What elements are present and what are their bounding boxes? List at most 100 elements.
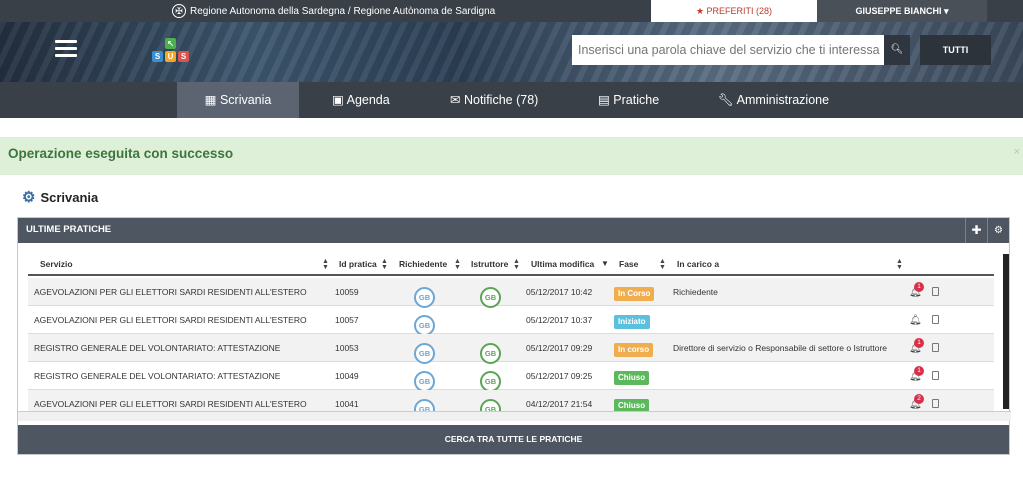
page-title-text: Scrivania [40, 189, 99, 205]
bell-icon[interactable]: 🔔︎ 1 [909, 282, 924, 298]
calendar-icon: ▣ [332, 93, 344, 107]
logo-letter: U [165, 51, 176, 62]
tab-pratiche[interactable]: ▤ Pratiche [598, 82, 659, 118]
sort-desc-icon[interactable]: ▼ [601, 259, 609, 268]
istruttore-avatar[interactable]: GB [480, 287, 501, 308]
tab-notifiche[interactable]: ✉ Notifiche (78) [450, 82, 538, 118]
status-badge: Chiuso [614, 371, 650, 385]
cell-servizio[interactable]: AGEVOLAZIONI PER GLI ELETTORI SARDI RESI… [34, 287, 307, 297]
table-row[interactable]: AGEVOLAZIONI PER GLI ELETTORI SARDI RESI… [28, 278, 994, 308]
col-richiedente[interactable]: Richiedente [399, 259, 447, 269]
wrench-icon: 🔧︎ [718, 93, 734, 107]
cell-modifica: 05/12/2017 10:37 [526, 315, 593, 325]
cell-id: 10057 [335, 315, 359, 325]
sort-icon[interactable]: ▲ ▼ [659, 258, 666, 271]
cell-modifica: 05/12/2017 09:29 [526, 343, 593, 353]
recent-practices-panel: ULTIME PRATICHE ✚ ⚙ Servizio ▲ ▼ Id prati… [17, 217, 1011, 455]
cell-carico: Richiedente [673, 287, 718, 297]
search-icon: 🔍︎ [890, 44, 904, 55]
cell-carico: Direttore di servizio o Responsabile di … [673, 343, 888, 353]
col-carico[interactable]: In carico a [677, 259, 719, 269]
cell-modifica: 04/12/2017 21:54 [526, 399, 593, 409]
sort-icon[interactable]: ▲ ▼ [896, 258, 903, 271]
tab-label: Scrivania [219, 93, 272, 107]
document-icon[interactable] [932, 371, 939, 380]
table-row[interactable]: AGEVOLAZIONI PER GLI ELETTORI SARDI RESI… [28, 306, 994, 336]
dashboard-icon: ▦ [204, 93, 217, 107]
richiedente-avatar[interactable]: GB [414, 343, 435, 364]
sus-logo[interactable]: ↖ S U S [152, 38, 190, 64]
document-icon[interactable] [932, 343, 939, 352]
cell-id: 10053 [335, 343, 359, 353]
sort-icon[interactable]: ▲ ▼ [322, 258, 329, 271]
status-badge: In Corso [614, 287, 655, 301]
menu-icon[interactable] [55, 40, 77, 58]
region-emblem-icon: ✠ [172, 4, 186, 18]
tab-label: Notifiche (78) [463, 93, 539, 107]
all-services-button[interactable]: TUTTI [920, 35, 991, 65]
close-icon[interactable]: × [1014, 135, 1020, 169]
cell-modifica: 05/12/2017 10:42 [526, 287, 593, 297]
cell-servizio[interactable]: AGEVOLAZIONI PER GLI ELETTORI SARDI RESI… [34, 399, 307, 409]
notification-count: 1 [914, 366, 924, 376]
col-servizio[interactable]: Servizio [40, 259, 73, 269]
cell-servizio[interactable]: AGEVOLAZIONI PER GLI ELETTORI SARDI RESI… [34, 315, 307, 325]
table-row[interactable]: REGISTRO GENERALE DEL VOLONTARIATO: ATTE… [28, 334, 994, 364]
user-menu[interactable]: GIUSEPPE BIANCHI ▾ [817, 0, 987, 22]
region-link[interactable]: ✠ Regione Autonoma della Sardegna / Regi… [172, 4, 495, 18]
document-icon: ▤ [598, 93, 610, 107]
favorites-label: PREFERITI (28) [706, 6, 773, 16]
panel-settings-icon[interactable]: ⚙ [987, 218, 1009, 243]
bell-icon[interactable]: 🔔︎ 2 [909, 394, 924, 410]
horizontal-scrollbar[interactable] [18, 411, 1011, 421]
user-name: GIUSEPPE BIANCHI [855, 6, 942, 16]
search-button[interactable]: 🔍︎ [884, 35, 910, 65]
search-input[interactable] [572, 35, 884, 65]
main-nav: ▦ Scrivania ▣ Agenda ✉ Notifiche (78) ▤ … [0, 82, 1023, 118]
cell-id: 10041 [335, 399, 359, 409]
col-istruttore[interactable]: Istruttore [471, 259, 508, 269]
notification-count: 2 [914, 394, 924, 404]
richiedente-avatar[interactable]: GB [414, 287, 435, 308]
status-badge: Iniziato [614, 315, 650, 329]
panel-title: ULTIME PRATICHE [18, 218, 1009, 243]
document-icon[interactable] [932, 287, 939, 296]
table-row[interactable]: REGISTRO GENERALE DEL VOLONTARIATO: ATTE… [28, 362, 994, 392]
tab-scrivania[interactable]: ▦ Scrivania [177, 82, 299, 118]
tab-agenda[interactable]: ▣ Agenda [332, 82, 390, 118]
logo-arrow-icon: ↖ [165, 38, 176, 49]
tab-amministrazione[interactable]: 🔧︎ Amministrazione [718, 82, 829, 118]
success-alert: Operazione eseguita con successo × [0, 137, 1023, 175]
notification-count: 1 [914, 338, 924, 348]
table-header: Servizio ▲ ▼ Id pratica ▲ ▼ Richiedente ▲ ▼… [28, 254, 994, 276]
cell-servizio[interactable]: REGISTRO GENERALE DEL VOLONTARIATO: ATTE… [34, 343, 280, 353]
page-title: ⚙ Scrivania [22, 188, 98, 206]
caret-down-icon: ▾ [944, 6, 949, 16]
col-modifica[interactable]: Ultima modifica [531, 259, 594, 269]
istruttore-avatar[interactable]: GB [480, 371, 501, 392]
tab-label: Amministrazione [736, 93, 830, 107]
move-icon[interactable]: ✚ [965, 218, 987, 243]
cell-servizio[interactable]: REGISTRO GENERALE DEL VOLONTARIATO: ATTE… [34, 371, 280, 381]
sort-icon[interactable]: ▲ ▼ [513, 258, 520, 271]
tab-label: Agenda [346, 93, 390, 107]
search-all-practices-button[interactable]: CERCA TRA TUTTE LE PRATICHE [18, 425, 1009, 454]
bell-icon[interactable]: 🔔︎ 1 [909, 338, 924, 354]
favorites-button[interactable]: ★ PREFERITI (28) [651, 0, 817, 22]
richiedente-avatar[interactable]: GB [414, 315, 435, 336]
notification-count: 1 [914, 282, 924, 292]
vertical-scrollbar[interactable] [1003, 254, 1009, 409]
istruttore-avatar[interactable]: GB [480, 343, 501, 364]
document-icon[interactable] [932, 315, 939, 324]
cell-id: 10049 [335, 371, 359, 381]
col-fase[interactable]: Fase [619, 259, 638, 269]
cell-modifica: 05/12/2017 09:25 [526, 371, 593, 381]
sort-icon[interactable]: ▲ ▼ [454, 258, 461, 271]
bell-icon[interactable]: 🔔︎ [909, 315, 922, 326]
document-icon[interactable] [932, 399, 939, 408]
richiedente-avatar[interactable]: GB [414, 371, 435, 392]
gear-icon: ⚙ [22, 189, 36, 206]
bell-icon[interactable]: 🔔︎ 1 [909, 366, 924, 382]
col-id[interactable]: Id pratica [339, 259, 377, 269]
sort-icon[interactable]: ▲ ▼ [381, 258, 388, 271]
